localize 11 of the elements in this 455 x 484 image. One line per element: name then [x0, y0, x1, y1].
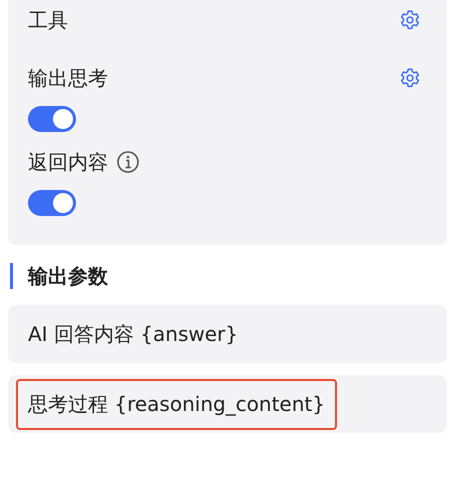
- toggle-switch[interactable]: [28, 190, 76, 216]
- output-parameter: 思考过程 {reasoning_content}: [16, 378, 337, 430]
- setting-label: 返回内容: [28, 148, 108, 176]
- setting-label: 工具: [28, 6, 68, 34]
- toggle-switch[interactable]: [28, 106, 76, 132]
- output-parameter: AI 回答内容 {answer}: [27, 320, 239, 348]
- settings-icon[interactable]: [399, 9, 421, 31]
- info-icon[interactable]: [116, 150, 140, 174]
- section-title: 输出参数: [28, 262, 108, 290]
- setting-label: 输出思考: [28, 64, 108, 92]
- settings-icon[interactable]: [399, 67, 421, 89]
